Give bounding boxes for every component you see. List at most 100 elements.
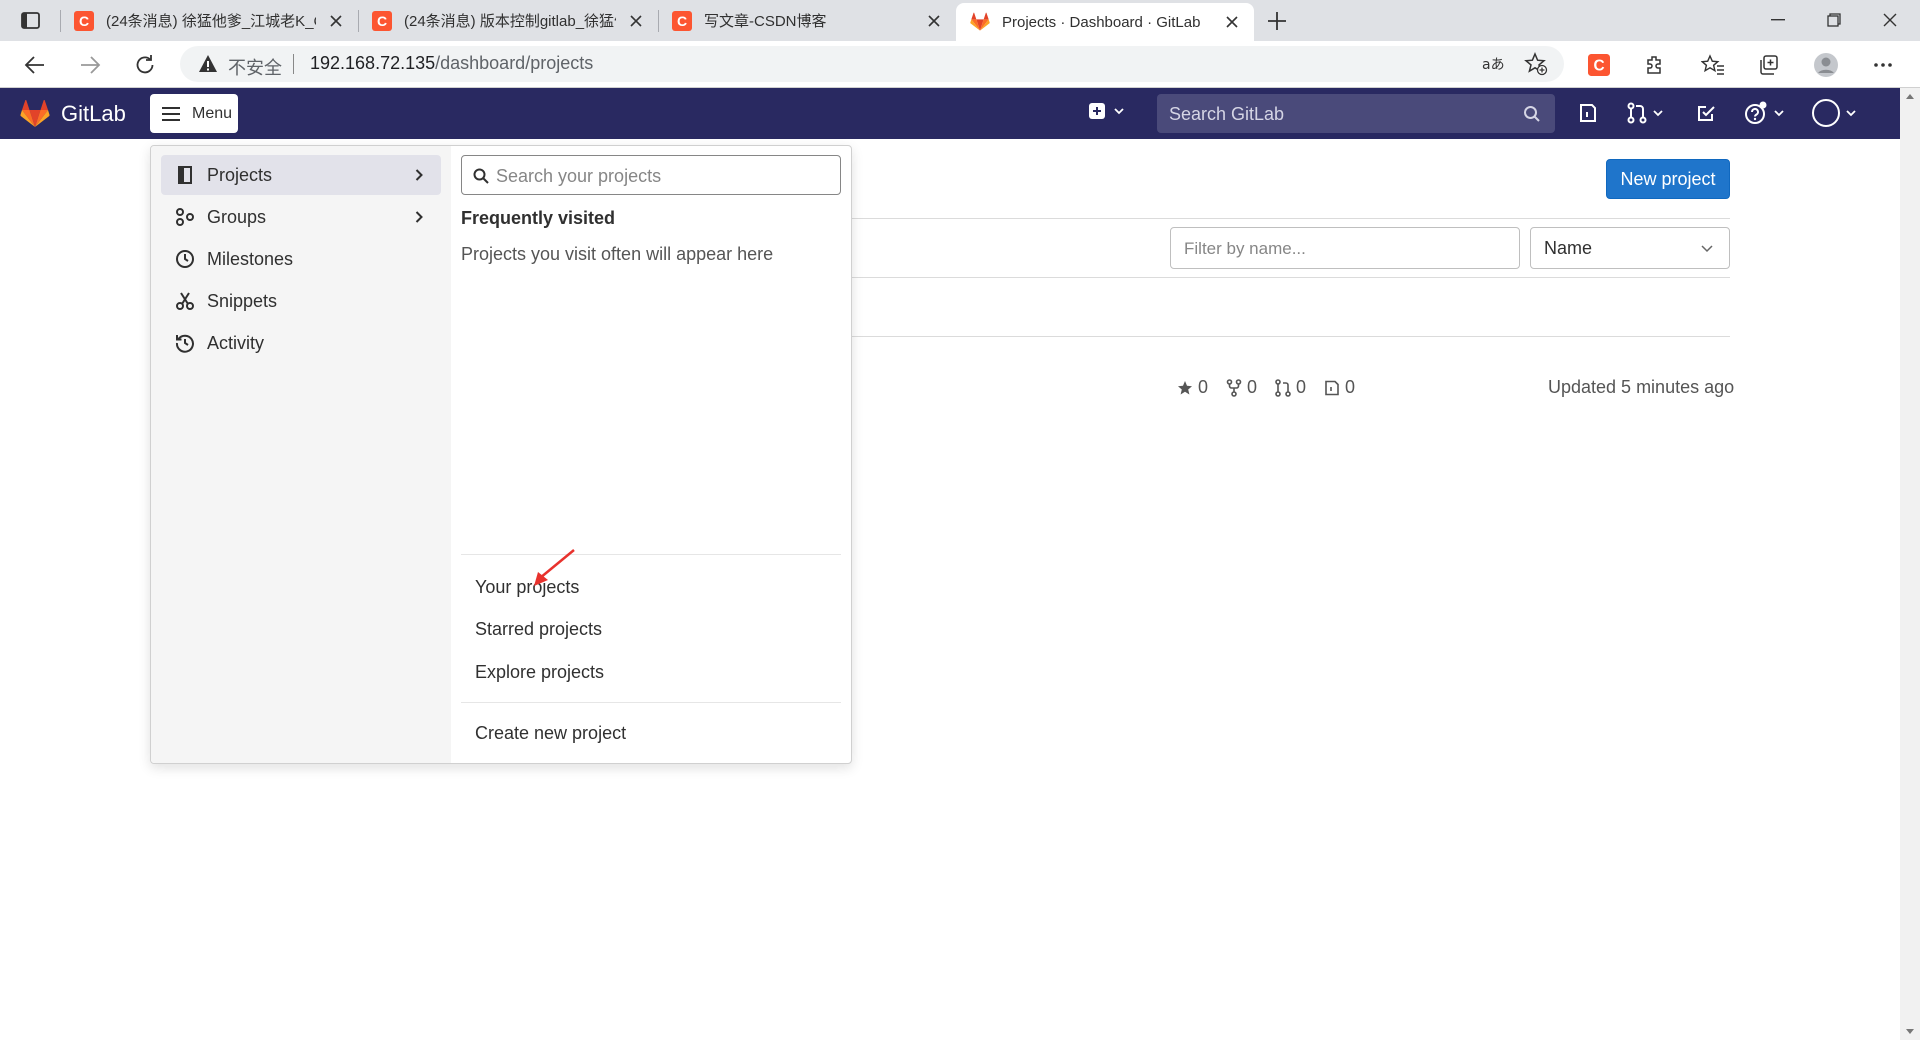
snippet-icon xyxy=(176,292,194,310)
search-icon xyxy=(1524,106,1540,122)
search-your-projects-input[interactable]: Search your projects xyxy=(461,155,841,195)
create-new-project-link[interactable]: Create new project xyxy=(475,723,626,744)
new-project-button[interactable]: New project xyxy=(1606,159,1730,199)
chevron-right-icon xyxy=(415,211,423,223)
scroll-up-icon[interactable] xyxy=(1905,92,1915,100)
favorites-icon[interactable] xyxy=(1700,52,1726,78)
csdn-extension-icon[interactable]: C xyxy=(1586,52,1612,78)
project-icon xyxy=(178,166,192,184)
browser-tab-active[interactable]: Projects · Dashboard · GitLab xyxy=(956,3,1254,41)
browser-tab-1[interactable]: C (24条消息) 徐猛他爹_江城老K_CS xyxy=(60,0,358,41)
tab-title: (24条消息) 版本控制gitlab_徐猛们 xyxy=(404,13,616,30)
svg-text:aあ: aあ xyxy=(1482,57,1504,73)
more-options-icon[interactable] xyxy=(1870,52,1896,78)
chevron-down-icon xyxy=(1846,110,1856,117)
close-tab-icon[interactable] xyxy=(624,9,648,33)
scroll-down-icon[interactable] xyxy=(1905,1028,1915,1036)
search-placeholder: Search your projects xyxy=(496,166,662,186)
menu-item-label: Groups xyxy=(207,206,267,227)
chevron-right-icon xyxy=(415,169,423,181)
menu-item-label: Milestones xyxy=(207,248,294,269)
back-icon[interactable] xyxy=(20,50,50,80)
stars-count[interactable]: 0 xyxy=(1177,377,1208,398)
help-dropdown[interactable] xyxy=(1744,100,1784,126)
merge-requests-count[interactable]: 0 xyxy=(1275,377,1306,398)
page-scrollbar[interactable] xyxy=(1900,88,1920,1040)
merge-request-icon xyxy=(1627,102,1647,124)
url-text[interactable]: 192.168.72.135/dashboard/projects xyxy=(310,53,593,74)
group-icon xyxy=(176,208,194,226)
close-tab-icon[interactable] xyxy=(922,9,946,33)
forks-count[interactable]: 0 xyxy=(1226,377,1257,398)
collections-icon[interactable] xyxy=(1756,52,1782,78)
todos-icon[interactable] xyxy=(1696,100,1716,126)
hamburger-icon xyxy=(162,106,180,121)
new-tab-icon[interactable] xyxy=(1264,8,1290,34)
sort-selected-value: Name xyxy=(1544,238,1593,258)
csdn-icon: C xyxy=(672,10,692,31)
close-tab-icon[interactable] xyxy=(1220,10,1244,34)
menu-button[interactable]: Menu xyxy=(150,94,238,133)
menu-item-snippets[interactable]: Snippets xyxy=(161,281,441,321)
plus-square-icon xyxy=(1089,103,1105,119)
search-placeholder: Search GitLab xyxy=(1169,104,1285,124)
search-icon xyxy=(473,168,489,184)
tab-title: Projects · Dashboard · GitLab xyxy=(1002,13,1201,31)
menu-item-activity[interactable]: Activity xyxy=(161,323,441,363)
chevron-down-icon xyxy=(1701,245,1713,253)
star-icon xyxy=(1178,380,1192,394)
gitlab-search-input[interactable]: Search GitLab xyxy=(1157,94,1555,133)
svg-text:C: C xyxy=(677,13,687,29)
restore-icon[interactable] xyxy=(1816,6,1852,34)
warning-icon[interactable] xyxy=(198,54,218,74)
minimize-icon[interactable] xyxy=(1760,6,1796,34)
insecure-label: 不安全 xyxy=(228,58,282,78)
menu-item-projects[interactable]: Projects xyxy=(161,155,441,195)
close-window-icon[interactable] xyxy=(1872,6,1908,34)
menu-sidebar: Projects Groups Milestones Snippets Acti… xyxy=(151,146,451,763)
browser-tab-bar: C (24条消息) 徐猛他爹_江城老K_CS C (24条消息) 版本控制git… xyxy=(0,0,1920,41)
gitlab-brand[interactable]: GitLab xyxy=(61,101,126,127)
menu-item-label: Snippets xyxy=(207,290,278,311)
updated-timestamp: Updated 5 minutes ago xyxy=(1548,377,1735,397)
svg-text:C: C xyxy=(1593,58,1604,75)
tab-title: (24条消息) 徐猛他爹_江城老K_CS xyxy=(106,13,316,30)
starred-projects-link[interactable]: Starred projects xyxy=(475,619,602,640)
annotation-arrow-icon xyxy=(534,549,575,586)
browser-toolbar: 不安全 192.168.72.135/dashboard/projects aあ… xyxy=(0,41,1920,88)
menu-button-label: Menu xyxy=(192,104,233,122)
issues-icon[interactable] xyxy=(1578,100,1598,126)
extensions-icon[interactable] xyxy=(1642,52,1668,78)
merge-requests-dropdown[interactable] xyxy=(1627,100,1663,126)
gitlab-icon xyxy=(970,12,990,32)
forward-icon[interactable] xyxy=(75,50,105,80)
browser-tab-3[interactable]: C 写文章-CSDN博客 xyxy=(658,0,956,41)
refresh-icon[interactable] xyxy=(130,50,160,80)
profile-icon[interactable] xyxy=(1813,52,1839,78)
gitlab-logo-icon[interactable] xyxy=(20,100,50,128)
issues-icon xyxy=(1325,380,1339,395)
add-favorite-icon[interactable] xyxy=(1524,52,1548,76)
address-bar[interactable]: 不安全 192.168.72.135/dashboard/projects aあ xyxy=(180,46,1564,82)
menu-item-groups[interactable]: Groups xyxy=(161,197,441,237)
main-menu-dropdown: Projects Groups Milestones Snippets Acti… xyxy=(150,145,852,764)
help-icon xyxy=(1745,101,1767,124)
explore-projects-link[interactable]: Explore projects xyxy=(475,662,604,683)
project-stats: 0 0 0 0 xyxy=(1177,377,1373,398)
user-menu-dropdown[interactable] xyxy=(1812,99,1856,127)
clock-icon xyxy=(176,250,194,268)
csdn-icon: C xyxy=(74,10,94,31)
filter-by-name-input[interactable]: Filter by name... xyxy=(1170,227,1520,269)
menu-item-milestones[interactable]: Milestones xyxy=(161,239,441,279)
create-new-dropdown[interactable] xyxy=(1088,102,1124,120)
tab-title: 写文章-CSDN博客 xyxy=(704,13,827,30)
tab-actions-icon[interactable] xyxy=(20,11,42,31)
browser-tab-2[interactable]: C (24条消息) 版本控制gitlab_徐猛们 xyxy=(358,0,658,41)
close-tab-icon[interactable] xyxy=(324,9,348,33)
chevron-down-icon xyxy=(1114,108,1124,115)
issues-count[interactable]: 0 xyxy=(1324,377,1355,398)
avatar xyxy=(1812,99,1840,127)
read-aloud-icon[interactable]: aあ xyxy=(1480,52,1504,76)
sort-select[interactable]: Name xyxy=(1530,227,1730,269)
frequently-visited-heading: Frequently visited xyxy=(461,208,616,228)
